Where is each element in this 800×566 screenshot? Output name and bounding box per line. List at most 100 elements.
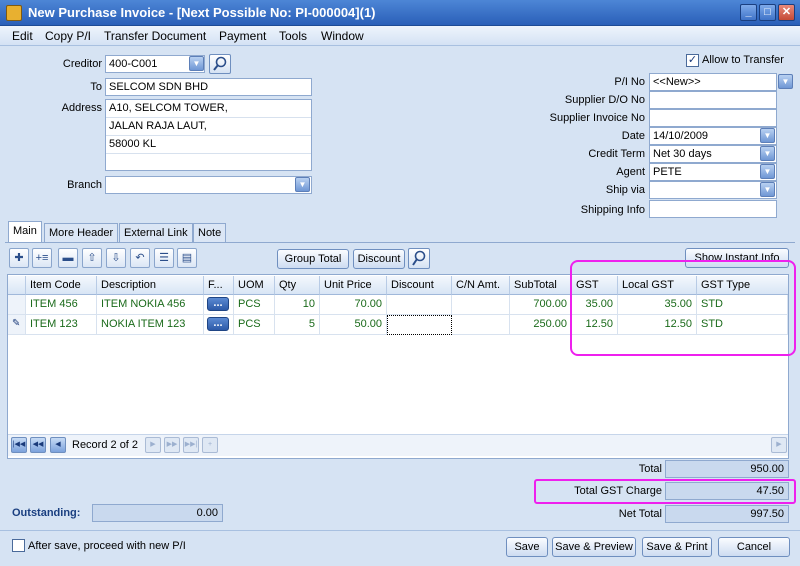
supplier-do-label: Supplier D/O No <box>564 94 645 106</box>
save-print-button[interactable]: Save & Print <box>642 537 712 557</box>
after-save-label: After save, proceed with new P/I <box>28 540 186 552</box>
address-field[interactable]: A10, SELCOM TOWER, JALAN RAJA LAUT, 5800… <box>105 99 312 171</box>
cell-description[interactable]: NOKIA ITEM 123 <box>97 315 204 335</box>
branch-field[interactable] <box>105 176 312 194</box>
cell-discount-focused[interactable] <box>387 315 452 335</box>
shipping-info-field[interactable] <box>649 200 777 218</box>
outstanding-label: Outstanding: <box>12 507 81 519</box>
pi-no-label: P/I No <box>614 76 645 88</box>
close-button[interactable]: ✕ <box>778 4 795 21</box>
after-save-checkbox[interactable] <box>12 539 25 552</box>
tab-note[interactable]: Note <box>193 223 227 242</box>
ship-via-field[interactable] <box>649 181 777 199</box>
cell-unit-price[interactable]: 50.00 <box>320 315 387 335</box>
minimize-button[interactable]: _ <box>740 4 757 21</box>
prev-page-icon[interactable]: ◀◀ <box>30 437 46 453</box>
undo-icon[interactable]: ↶ <box>130 248 150 268</box>
row-selector[interactable] <box>8 295 26 315</box>
last-record-icon[interactable]: ▶▶| <box>183 437 199 453</box>
cell-uom[interactable]: PCS <box>234 315 275 335</box>
move-down-icon[interactable]: ⇩ <box>106 248 126 268</box>
move-up-icon[interactable]: ⇧ <box>82 248 102 268</box>
record-counter: Record 2 of 2 <box>72 439 139 451</box>
add-record-icon[interactable]: + <box>202 437 218 453</box>
col-f[interactable]: F... <box>204 276 234 295</box>
tab-more-header[interactable]: More Header <box>44 223 119 242</box>
credit-term-field[interactable]: Net 30 days <box>649 145 777 163</box>
branch-dropdown-icon[interactable]: ▼ <box>295 177 310 192</box>
credit-term-dropdown-icon[interactable]: ▼ <box>760 146 775 161</box>
allow-transfer-checkbox[interactable]: ✓ <box>686 54 699 67</box>
pi-no-field[interactable]: <<New>> <box>649 73 777 91</box>
menu-window[interactable]: Window <box>321 29 364 43</box>
footer-divider <box>0 530 800 531</box>
insert-row-icon[interactable]: +≡ <box>32 248 52 268</box>
tab-external-link[interactable]: External Link <box>119 223 193 242</box>
tab-main[interactable]: Main <box>8 221 42 242</box>
cell-item-code[interactable]: ITEM 123 <box>26 315 97 335</box>
col-cn-amt[interactable]: C/N Amt. <box>452 276 510 295</box>
supplier-invoice-field[interactable] <box>649 109 777 127</box>
menu-copy-pi[interactable]: Copy P/I <box>45 29 91 43</box>
creditor-dropdown-icon[interactable]: ▼ <box>189 56 204 71</box>
prev-record-icon[interactable]: ◀ <box>50 437 66 453</box>
cell-cn-amt[interactable] <box>452 295 510 315</box>
ship-via-dropdown-icon[interactable]: ▼ <box>760 182 775 197</box>
net-total-label: Net Total <box>618 508 662 520</box>
cancel-button[interactable]: Cancel <box>718 537 790 557</box>
cell-f[interactable]: ... <box>204 295 234 315</box>
item-search-icon[interactable] <box>408 248 430 269</box>
grid-row-selector-header <box>8 276 26 295</box>
list-icon[interactable]: ☰ <box>154 248 174 268</box>
col-qty[interactable]: Qty <box>275 276 320 295</box>
cell-f[interactable]: ... <box>204 315 234 335</box>
date-field[interactable]: 14/10/2009 <box>649 127 777 145</box>
cell-discount[interactable] <box>387 295 452 315</box>
discount-button[interactable]: Discount <box>353 249 405 269</box>
cell-qty[interactable]: 10 <box>275 295 320 315</box>
col-discount[interactable]: Discount <box>387 276 452 295</box>
to-field[interactable]: SELCOM SDN BHD <box>105 78 312 96</box>
save-preview-button[interactable]: Save & Preview <box>552 537 636 557</box>
save-button[interactable]: Save <box>506 537 548 557</box>
agent-field[interactable]: PETE <box>649 163 777 181</box>
col-uom[interactable]: UOM <box>234 276 275 295</box>
creditor-search-icon[interactable] <box>209 54 231 74</box>
cell-item-code[interactable]: ITEM 456 <box>26 295 97 315</box>
date-dropdown-icon[interactable]: ▼ <box>760 128 775 143</box>
cell-subtotal[interactable]: 250.00 <box>510 315 572 335</box>
cell-qty[interactable]: 5 <box>275 315 320 335</box>
to-label: To <box>90 81 102 93</box>
maximize-button[interactable]: □ <box>759 4 776 21</box>
cell-cn-amt[interactable] <box>452 315 510 335</box>
col-unit-price[interactable]: Unit Price <box>320 276 387 295</box>
menu-tools[interactable]: Tools <box>279 29 307 43</box>
next-page-icon[interactable]: ▶▶ <box>164 437 180 453</box>
supplier-do-field[interactable] <box>649 91 777 109</box>
cell-unit-price[interactable]: 70.00 <box>320 295 387 315</box>
group-total-button[interactable]: Group Total <box>277 249 349 269</box>
first-record-icon[interactable]: |◀◀ <box>11 437 27 453</box>
cell-uom[interactable]: PCS <box>234 295 275 315</box>
menu-transfer-document[interactable]: Transfer Document <box>104 29 206 43</box>
col-subtotal[interactable]: SubTotal <box>510 276 572 295</box>
address-line-2: JALAN RAJA LAUT, <box>106 118 311 136</box>
agent-dropdown-icon[interactable]: ▼ <box>760 164 775 179</box>
menu-payment[interactable]: Payment <box>219 29 266 43</box>
scroll-right-icon[interactable]: ▶ <box>771 437 787 453</box>
menu-edit[interactable]: Edit <box>12 29 33 43</box>
delete-row-icon[interactable]: ▬ <box>58 248 78 268</box>
ellipsis-button[interactable]: ... <box>207 297 229 311</box>
detail-icon[interactable]: ▤ <box>177 248 197 268</box>
window-title: New Purchase Invoice - [Next Possible No… <box>28 5 376 20</box>
add-row-icon[interactable]: ✚ <box>9 248 29 268</box>
address-line-1: A10, SELCOM TOWER, <box>106 100 311 118</box>
row-edit-pencil-icon[interactable]: ✎ <box>8 315 26 335</box>
col-description[interactable]: Description <box>97 276 204 295</box>
cell-subtotal[interactable]: 700.00 <box>510 295 572 315</box>
ellipsis-button[interactable]: ... <box>207 317 229 331</box>
next-record-icon[interactable]: ▶ <box>145 437 161 453</box>
cell-description[interactable]: ITEM NOKIA 456 <box>97 295 204 315</box>
col-item-code[interactable]: Item Code <box>26 276 97 295</box>
pi-no-dropdown-icon[interactable]: ▼ <box>778 74 793 89</box>
